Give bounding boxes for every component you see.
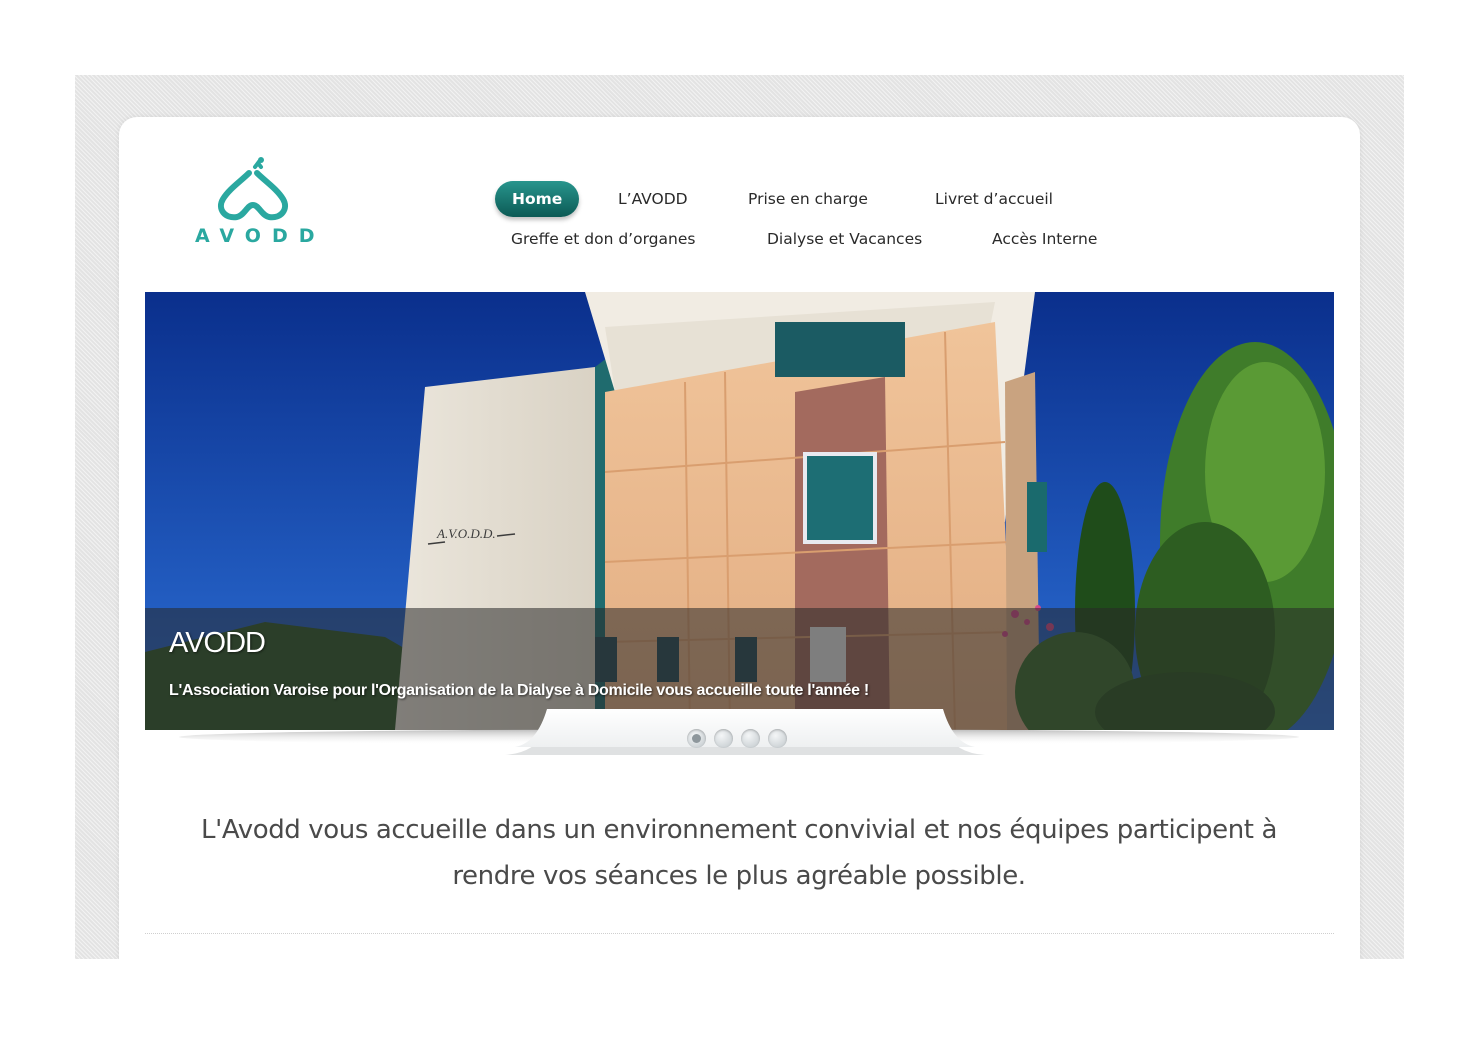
slider-dot-1[interactable]	[687, 729, 706, 748]
slider-pagination	[687, 729, 797, 753]
nav-home[interactable]: Home	[495, 181, 580, 217]
content-card: AVODD Home L’AVODD Prise en charge Livre…	[119, 117, 1360, 959]
page-background: AVODD Home L’AVODD Prise en charge Livre…	[75, 75, 1404, 959]
slider-dot-3[interactable]	[741, 729, 760, 748]
nav-avodd[interactable]: L’AVODD	[618, 190, 688, 208]
avodd-logo-icon	[217, 157, 289, 221]
slider-dot-4[interactable]	[768, 729, 787, 748]
main-nav: Home L’AVODD Prise en charge Livret d’ac…	[495, 181, 1195, 261]
slide-subtitle: L'Association Varoise pour l'Organisatio…	[169, 682, 869, 699]
slider-dot-2[interactable]	[714, 729, 733, 748]
section-divider	[145, 933, 1334, 934]
logo-text: AVODD	[195, 225, 326, 247]
intro-text: L'Avodd vous accueille dans un environne…	[201, 815, 1277, 891]
nav-prise-en-charge[interactable]: Prise en charge	[748, 190, 868, 208]
site-logo[interactable]: AVODD	[191, 155, 316, 250]
nav-acces-interne[interactable]: Accès Interne	[992, 230, 1097, 248]
nav-livret-accueil[interactable]: Livret d’accueil	[935, 190, 1053, 208]
nav-dialyse-vacances[interactable]: Dialyse et Vacances	[767, 230, 922, 248]
building-sign: A.V.O.D.D.	[436, 526, 496, 541]
slide-title: AVODD	[169, 627, 266, 659]
nav-greffe-don-organes[interactable]: Greffe et don d’organes	[511, 230, 695, 248]
hero-slider[interactable]: A.V.O.D.D. AVODD L'Association Varoise p…	[145, 292, 1334, 730]
